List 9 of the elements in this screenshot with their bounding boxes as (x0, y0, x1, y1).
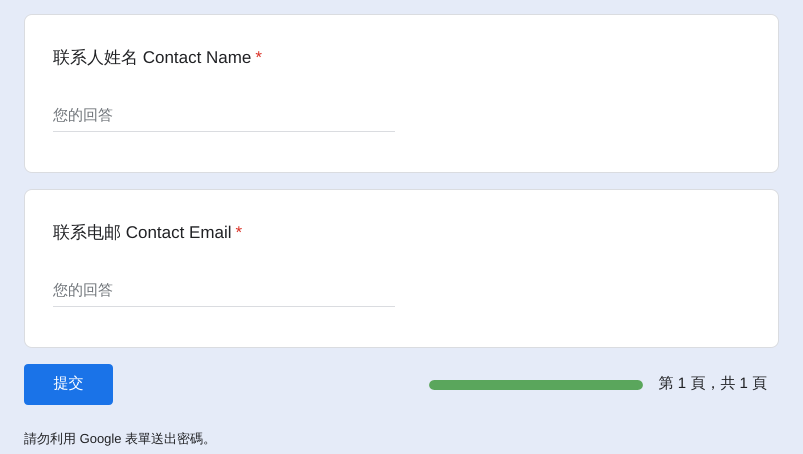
page-indicator: 第 1 頁，共 1 頁 (658, 374, 767, 394)
answer-field[interactable]: 您的回答 (53, 280, 395, 307)
required-mark: * (236, 222, 242, 244)
question-label: 联系电邮 Contact Email (53, 222, 232, 244)
required-mark: * (255, 47, 262, 69)
answer-field[interactable]: 您的回答 (53, 104, 395, 132)
footer-note: 請勿利用 Google 表單送出密碼。 (24, 430, 218, 448)
question-label: 联系人姓名 Contact Name (53, 47, 252, 69)
submit-button[interactable]: 提交 (24, 364, 113, 405)
